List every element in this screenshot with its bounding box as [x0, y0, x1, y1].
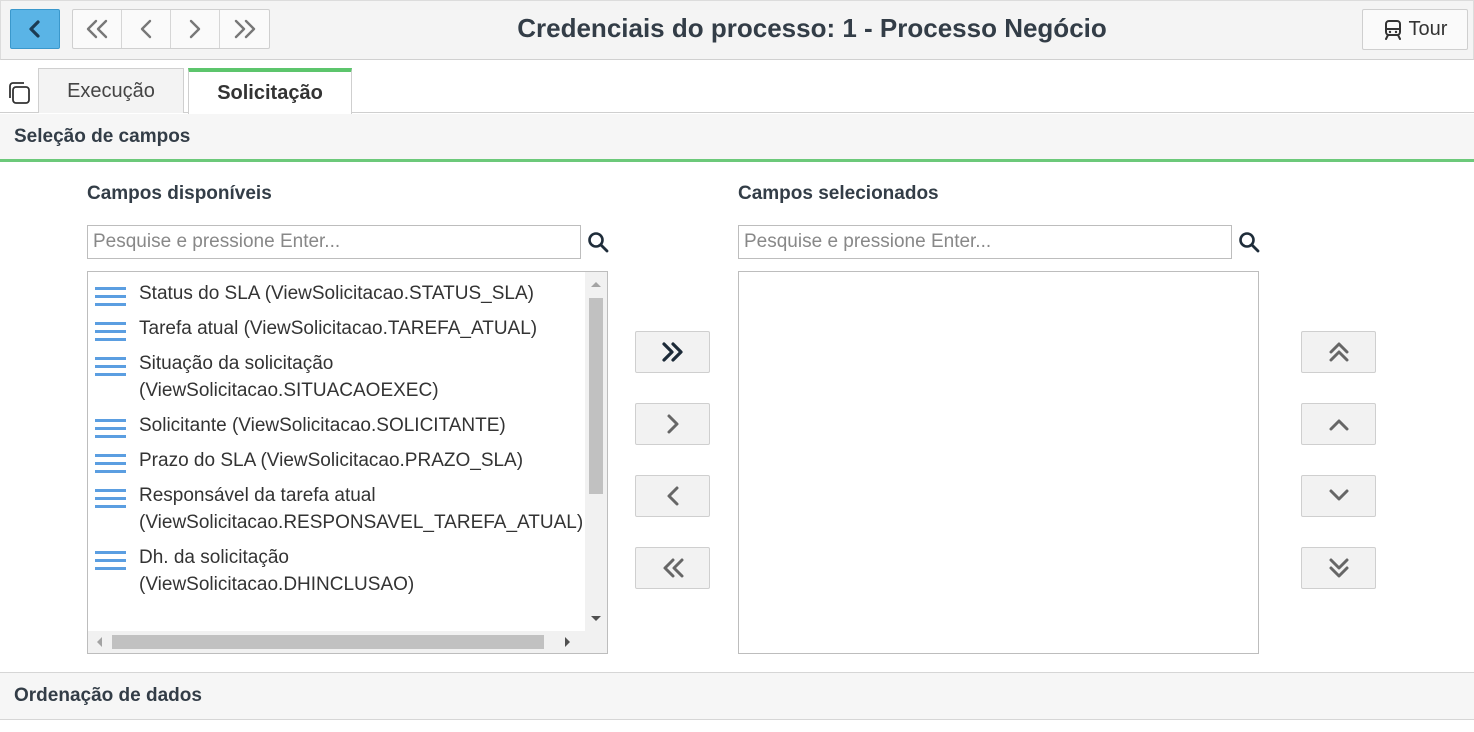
selected-fields-label: Campos selecionados: [738, 183, 939, 204]
move-to-top-button[interactable]: [1301, 331, 1376, 373]
tour-label: Tour: [1408, 18, 1448, 40]
list-item[interactable]: Dh. da solicitação (ViewSolicitacao.DHINC…: [88, 536, 585, 598]
tabs-row: Execução Solicitação: [0, 60, 1474, 114]
list-item[interactable]: Prazo do SLA (ViewSolicitacao.PRAZO_SLA): [88, 439, 585, 474]
list-item-label: Solicitante (ViewSolicitacao.SOLICITANTE…: [139, 412, 506, 439]
top-bar: Credenciais do processo: 1 - Processo Ne…: [0, 0, 1474, 60]
list-item-line: Solicitante (ViewSolicitacao.SOLICITANTE…: [139, 415, 506, 436]
move-all-left-button[interactable]: [635, 547, 710, 589]
data-ordering-title: Ordenação de dados: [14, 685, 202, 706]
scroll-left-arrow-icon[interactable]: [95, 636, 103, 648]
tab-execucao[interactable]: Execução: [38, 68, 184, 113]
move-right-button[interactable]: [635, 403, 710, 445]
selected-fields-list[interactable]: [738, 271, 1259, 654]
list-item-label: Dh. da solicitação (ViewSolicitacao.DHINC…: [139, 544, 414, 598]
list-item-line: (ViewSolicitacao.DHINCLUSAO): [139, 574, 415, 595]
next-record-button[interactable]: [171, 10, 220, 48]
move-all-right-button[interactable]: [635, 331, 710, 373]
list-item[interactable]: Tarefa atual (ViewSolicitacao.TAREFA_ATU…: [88, 307, 585, 342]
list-item[interactable]: Responsável da tarefa atual (ViewSolicita…: [88, 474, 585, 536]
list-item-line: Dh. da solicitação: [139, 547, 289, 568]
first-record-button[interactable]: [73, 10, 122, 48]
available-fields-label: Campos disponíveis: [87, 183, 272, 204]
move-left-button[interactable]: [635, 475, 710, 517]
chevron-left-icon: [667, 486, 678, 506]
list-item[interactable]: Status do SLA (ViewSolicitacao.STATUS_SL…: [88, 272, 585, 307]
list-item-line: Prazo do SLA (ViewSolicitacao.PRAZO_SLA): [139, 450, 524, 471]
chevron-down-icon: [1329, 489, 1348, 501]
tab-solicitacao[interactable]: Solicitação: [188, 68, 352, 114]
list-item-label: Situação da solicitação (ViewSolicitacao.…: [139, 350, 439, 404]
chevron-left-icon: [29, 20, 40, 38]
chevron-right-icon: [667, 414, 678, 434]
chevron-left-icon: [140, 19, 152, 39]
chevron-right-icon: [189, 19, 201, 39]
data-ordering-header[interactable]: Ordenação de dados: [0, 672, 1474, 720]
record-navigation: [72, 9, 270, 49]
horizontal-scroll-thumb[interactable]: [112, 635, 544, 649]
vertical-scroll-thumb[interactable]: [589, 298, 603, 494]
vertical-scrollbar[interactable]: [585, 272, 607, 631]
list-lines-icon: [95, 287, 126, 306]
list-item-line: Tarefa atual (ViewSolicitacao.TAREFA_ATU…: [139, 318, 538, 339]
tour-button[interactable]: Tour: [1362, 9, 1468, 50]
list-lines-icon: [95, 357, 126, 376]
chevron-up-icon: [1329, 419, 1348, 431]
selected-search-input[interactable]: [738, 225, 1232, 259]
list-item-label: Status do SLA (ViewSolicitacao.STATUS_SL…: [139, 280, 534, 307]
double-chevron-right-icon: [234, 19, 255, 39]
double-chevron-down-icon: [1329, 558, 1348, 578]
available-fields-list[interactable]: Status do SLA (ViewSolicitacao.STATUS_SL…: [87, 271, 608, 654]
field-selection-title: Seleção de campos: [14, 125, 191, 147]
back-button[interactable]: [10, 9, 60, 49]
list-item-label: Prazo do SLA (ViewSolicitacao.PRAZO_SLA): [139, 447, 523, 474]
search-icon[interactable]: [586, 230, 610, 254]
list-item-label: Responsável da tarefa atual (ViewSolicita…: [139, 482, 583, 536]
move-up-button[interactable]: [1301, 403, 1376, 445]
last-record-button[interactable]: [220, 10, 269, 48]
list-item[interactable]: Solicitante (ViewSolicitacao.SOLICITANTE…: [88, 404, 585, 439]
list-item-line: (ViewSolicitacao.SITUACAOEXEC): [139, 380, 439, 401]
double-chevron-left-icon: [86, 19, 108, 39]
list-item-line: Situação da solicitação: [139, 353, 334, 374]
field-selection-header[interactable]: Seleção de campos: [0, 114, 1474, 162]
double-chevron-left-icon: [663, 558, 683, 578]
list-item-label: Tarefa atual (ViewSolicitacao.TAREFA_ATU…: [139, 315, 537, 342]
previous-record-button[interactable]: [122, 10, 171, 48]
move-to-bottom-button[interactable]: [1301, 547, 1376, 589]
list-item-line: Responsável da tarefa atual: [139, 485, 376, 506]
list-lines-icon: [95, 322, 126, 341]
scroll-down-arrow-icon[interactable]: [590, 615, 602, 623]
scroll-up-arrow-icon[interactable]: [590, 280, 602, 288]
list-item[interactable]: Situação da solicitação (ViewSolicitacao.…: [88, 342, 585, 404]
bus-icon: [1384, 19, 1401, 40]
horizontal-scrollbar[interactable]: [88, 631, 607, 653]
scroll-right-arrow-icon[interactable]: [564, 636, 572, 648]
list-item-line: Status do SLA (ViewSolicitacao.STATUS_SL…: [139, 283, 534, 304]
search-icon[interactable]: [1237, 230, 1261, 254]
double-chevron-right-icon: [661, 342, 683, 362]
list-lines-icon: [95, 551, 126, 570]
list-item-line: (ViewSolicitacao.RESPONSAVEL_TAREFA_ATUA…: [139, 512, 584, 533]
available-fields-items: Status do SLA (ViewSolicitacao.STATUS_SL…: [88, 272, 585, 631]
list-lines-icon: [95, 454, 126, 473]
available-search-input[interactable]: [87, 225, 581, 259]
list-lines-icon: [95, 489, 126, 508]
list-lines-icon: [95, 419, 126, 438]
copy-icon[interactable]: [6, 80, 32, 106]
page-title: Credenciais do processo: 1 - Processo Ne…: [517, 13, 1107, 43]
move-down-button[interactable]: [1301, 475, 1376, 517]
double-chevron-up-icon: [1329, 342, 1348, 362]
